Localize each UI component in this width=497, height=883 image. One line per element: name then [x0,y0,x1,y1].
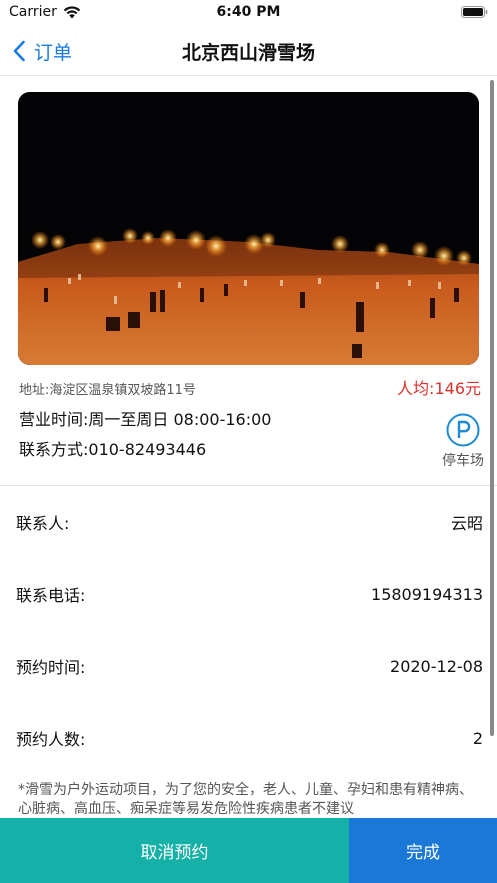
contact-person-label: 联系人: [16,514,70,533]
venue-photo [18,92,479,365]
status-bar: Carrier 6:40 PM [0,0,497,26]
average-price-label: 人均: [397,379,435,398]
parking-icon [446,413,480,447]
average-price-value: 146元 [434,379,481,398]
contact-person-value: 云昭 [450,514,483,533]
contact-phone-row: 联系电话: 15809194313 [16,580,483,608]
navigation-bar: 订单 北京西山滑雪场 [0,26,497,76]
party-size-row: 预约人数: 2 [16,724,483,752]
business-hours: 营业时间:周一至周日 08:00-16:00 [19,410,272,429]
order-detail-scroll[interactable]: 地址:海淀区温泉镇双坡路11号 人均: 146元 营业时间:周一至周日 08:0… [0,77,497,818]
booking-date-row: 预约时间: 2020-12-08 [16,652,483,680]
parking-label: 停车场 [442,453,484,469]
venue-contact: 联系方式:010-82493446 [19,440,207,459]
venue-address: 地址:海淀区温泉镇双坡路11号 [19,383,196,398]
contact-phone-label: 联系电话: [16,586,86,605]
battery-icon [461,6,488,18]
done-button[interactable]: 完成 [349,818,497,883]
scrollbar[interactable] [490,80,494,736]
booking-date-value: 2020-12-08 [390,656,483,676]
party-size-value: 2 [472,728,483,748]
page-title: 北京西山滑雪场 [181,42,315,64]
booking-date-label: 预约时间: [16,658,86,677]
average-price: 人均: 146元 [397,375,481,399]
parking-button[interactable]: 停车场 [439,413,487,470]
party-size-label: 预约人数: [16,730,86,749]
safety-notice: *滑雪为户外运动项目，为了您的安全，老人、儿童、孕妇和患有精神病、心脏病、高血压… [18,782,473,817]
status-time: 6:40 PM [216,4,281,20]
section-divider [0,485,497,486]
ski-slope-night-photo [18,92,479,365]
contact-phone-value: 15809194313 [371,584,483,604]
cancel-booking-button[interactable]: 取消预约 [0,818,349,883]
contact-person-row: 联系人: 云昭 [16,508,483,536]
